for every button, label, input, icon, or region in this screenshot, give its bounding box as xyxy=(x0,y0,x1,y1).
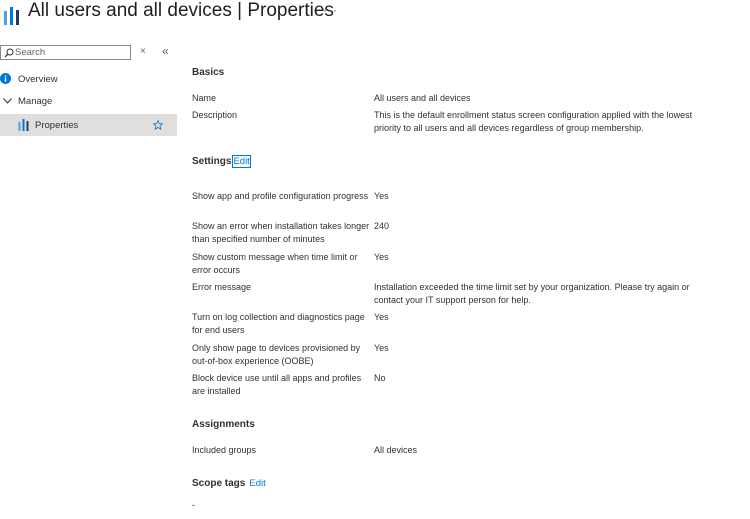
sidebar-group-manage[interactable]: Manage xyxy=(0,90,177,112)
setting-value-oobe-only: Yes xyxy=(374,343,389,353)
search-box[interactable] xyxy=(0,45,131,60)
section-title-settings: Settings Edit xyxy=(192,155,251,168)
setting-label-error-message: Error message xyxy=(192,282,252,292)
basics-value-name: All users and all devices xyxy=(374,93,471,103)
collapse-sidebar-icon[interactable]: « xyxy=(162,44,169,58)
clear-search-icon[interactable]: × xyxy=(140,46,146,57)
setting-label-block-device: Block device use until all apps and prof… xyxy=(192,373,362,396)
settings-title-text: Settings xyxy=(192,156,232,167)
page-header: All users and all devices | Properties ·… xyxy=(0,0,750,30)
esp-app-icon xyxy=(4,7,19,25)
setting-label-show-progress: Show app and profile configuration progr… xyxy=(192,191,369,201)
scope-tags-title-text: Scope tags xyxy=(192,478,246,489)
basics-label-name: Name xyxy=(192,93,217,103)
sidebar-item-label: Manage xyxy=(18,96,53,107)
chevron-down-icon xyxy=(3,98,12,104)
setting-value-log-collection: Yes xyxy=(374,312,389,322)
setting-value-show-progress: Yes xyxy=(374,191,389,201)
setting-label-time-limit: Show an error when installation takes lo… xyxy=(192,221,370,244)
scope-tags-edit-link[interactable]: Edit xyxy=(249,478,265,489)
section-title-scope-tags: Scope tags Edit xyxy=(192,478,266,489)
sidebar-item-label: Overview xyxy=(18,74,58,85)
sidebar-item-label: Properties xyxy=(35,120,79,131)
sidebar-item-overview[interactable]: Overview xyxy=(0,68,177,90)
more-options-icon[interactable]: ··· xyxy=(323,3,338,17)
settings-edit-link[interactable]: Edit xyxy=(232,155,251,168)
page-title-main: All users and all devices xyxy=(28,0,232,21)
search-icon xyxy=(4,48,14,58)
search-input[interactable] xyxy=(15,46,129,59)
title-separator: | xyxy=(237,0,243,21)
setting-label-oobe-only: Only show page to devices provisioned by… xyxy=(192,343,361,366)
section-title-basics: Basics xyxy=(192,67,225,78)
star-icon[interactable] xyxy=(153,120,163,130)
setting-label-custom-message: Show custom message when time limit or e… xyxy=(192,252,358,275)
info-icon xyxy=(0,73,11,84)
setting-value-error-message: Installation exceeded the time limit set… xyxy=(374,282,690,305)
assignments-label-included-groups: Included groups xyxy=(192,445,257,455)
scope-tags-value: - xyxy=(192,500,195,510)
page-title-sub: Properties xyxy=(247,0,334,21)
setting-value-time-limit: 240 xyxy=(374,221,390,231)
setting-value-custom-message: Yes xyxy=(374,252,389,262)
setting-label-log-collection: Turn on log collection and diagnostics p… xyxy=(192,312,365,335)
section-title-assignments: Assignments xyxy=(192,419,255,430)
basics-value-description: This is the default enrollment status sc… xyxy=(374,110,693,133)
sidebar-item-properties[interactable]: Properties xyxy=(0,114,177,136)
properties-icon xyxy=(18,119,29,131)
assignments-value-included-groups: All devices xyxy=(374,445,418,455)
setting-value-block-device: No xyxy=(374,373,386,383)
basics-label-description: Description xyxy=(192,110,238,120)
page-title: All users and all devices | Properties xyxy=(28,0,334,22)
